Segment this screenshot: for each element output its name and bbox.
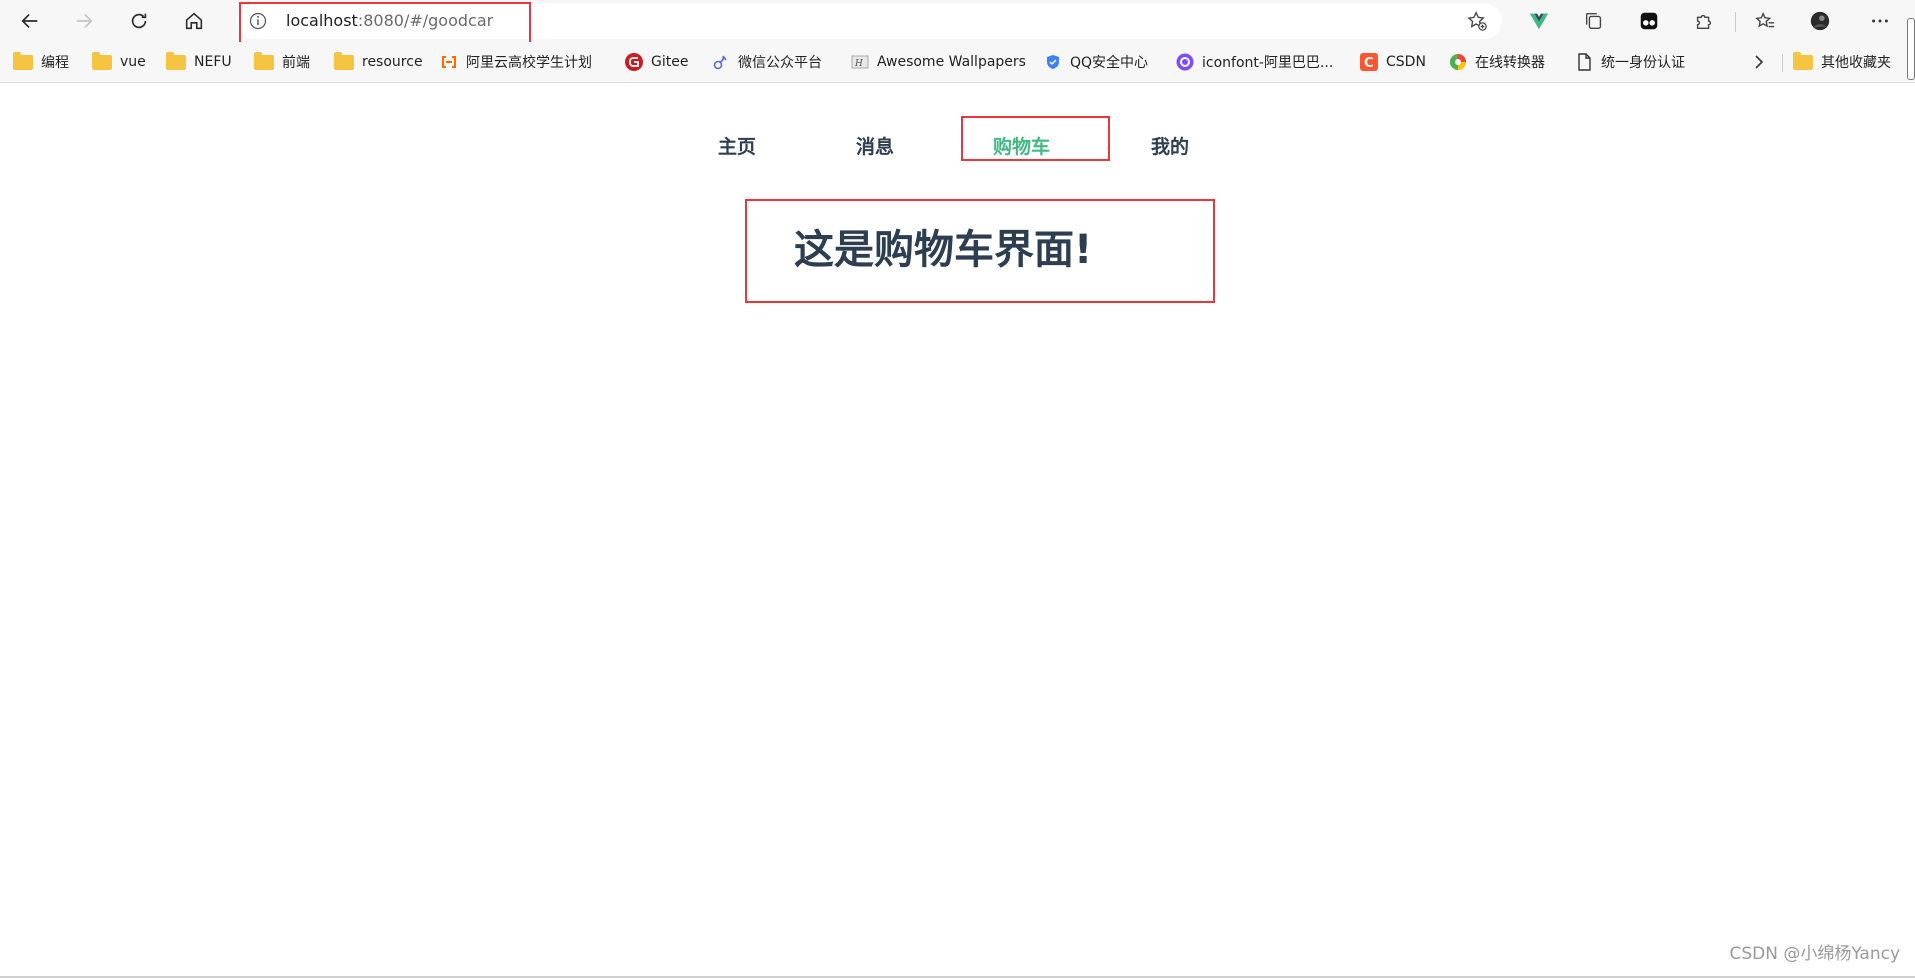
csdn-icon: C: [1360, 53, 1378, 71]
bookmark-folder-vue[interactable]: vue: [92, 50, 146, 74]
svg-text:H: H: [854, 59, 863, 69]
bookmark-folder-qianduan[interactable]: 前端: [254, 50, 310, 74]
aliyun-icon: [442, 56, 456, 68]
bookmark-label: 微信公众平台: [738, 55, 822, 71]
favorites-button[interactable]: [1750, 6, 1780, 36]
page-title: 这是购物车界面!: [794, 227, 1093, 273]
bookmark-label: 前端: [282, 55, 310, 71]
bookmark-iconfont[interactable]: iconfont-阿里巴巴...: [1176, 50, 1333, 74]
vue-devtools-extension[interactable]: [1524, 6, 1554, 36]
bookmark-awesome-wallpapers[interactable]: H Awesome Wallpapers: [851, 50, 1026, 74]
bookmark-folder-nefu[interactable]: NEFU: [166, 50, 232, 74]
iconfont-icon: [1176, 53, 1194, 71]
gitee-icon: [625, 53, 643, 71]
app-nav: 主页 消息 购物车 我的: [0, 130, 1915, 164]
svg-text:C: C: [1364, 56, 1374, 71]
arrow-left-icon: [21, 13, 38, 29]
bookmark-folder-biancheng[interactable]: 编程: [13, 50, 69, 74]
bookmark-folder-other[interactable]: 其他收藏夹: [1793, 50, 1891, 74]
bookmark-label: resource: [362, 54, 423, 70]
bookmark-label: 统一身份认证: [1601, 55, 1685, 71]
url-host: localhost: [286, 11, 358, 30]
tampermonkey-extension[interactable]: [1634, 6, 1664, 36]
bookmark-unified-auth[interactable]: 统一身份认证: [1575, 50, 1685, 74]
folder-icon: [334, 51, 354, 70]
shield-icon: [1047, 55, 1059, 69]
bookmark-label: Gitee: [651, 54, 689, 70]
bookmark-qq-security[interactable]: QQ安全中心: [1044, 50, 1148, 74]
url-text[interactable]: localhost:8080/#/goodcar: [286, 11, 493, 31]
bookmark-wechat-mp[interactable]: 微信公众平台: [712, 50, 822, 74]
toolbar-divider: [1735, 12, 1736, 32]
reload-button[interactable]: [124, 6, 154, 36]
folder-icon: [166, 51, 186, 70]
bookmark-label: QQ安全中心: [1070, 55, 1149, 71]
forward-button[interactable]: [69, 6, 99, 36]
page-icon: [1578, 53, 1591, 71]
folder-icon: [13, 51, 33, 70]
wechat-mp-icon: [713, 55, 727, 70]
bookmarks-divider: [1782, 54, 1783, 72]
bookmark-label: Awesome Wallpapers: [877, 54, 1026, 70]
nav-link-messages[interactable]: 消息: [856, 130, 894, 164]
bookmark-folder-resource[interactable]: resource: [334, 50, 423, 74]
bookmarks-overflow-button[interactable]: [1750, 50, 1768, 74]
add-favorite-icon[interactable]: [1466, 10, 1488, 32]
home-icon: [185, 12, 203, 30]
extensions-button[interactable]: [1689, 6, 1719, 36]
chevron-right-icon: [1755, 55, 1764, 69]
watermark: CSDN @小绵杨Yancy: [1729, 944, 1900, 964]
window-scrollbar[interactable]: [1906, 0, 1915, 82]
tampermonkey-icon: [1640, 12, 1658, 30]
bookmark-converter[interactable]: 在线转换器: [1449, 50, 1545, 74]
folder-icon: [254, 51, 274, 70]
more-horizontal-icon: [1872, 19, 1888, 23]
bookmark-label: vue: [120, 54, 146, 70]
address-bar[interactable]: localhost:8080/#/goodcar: [236, 3, 1502, 39]
bookmark-aliyun[interactable]: 阿里云高校学生计划: [440, 50, 592, 74]
vue-icon: [1529, 13, 1549, 30]
scrollbar-thumb[interactable]: [1907, 18, 1915, 80]
profile-button[interactable]: [1805, 6, 1835, 36]
puzzle-icon: [1696, 14, 1712, 30]
bookmark-label: 其他收藏夹: [1821, 55, 1891, 71]
settings-more-button[interactable]: [1865, 6, 1895, 36]
reload-icon: [131, 13, 147, 29]
bookmark-csdn[interactable]: C CSDN: [1360, 50, 1426, 74]
collections-button[interactable]: [1579, 6, 1609, 36]
bookmark-label: NEFU: [194, 54, 232, 70]
bookmark-label: 在线转换器: [1475, 55, 1545, 71]
nav-link-mine[interactable]: 我的: [1151, 130, 1189, 164]
bookmark-label: 编程: [41, 55, 69, 71]
nav-link-home[interactable]: 主页: [718, 130, 756, 164]
converter-icon: [1450, 54, 1466, 70]
bookmark-label: CSDN: [1386, 54, 1426, 70]
url-path: :8080/#/goodcar: [357, 11, 494, 30]
wallpapers-icon: H: [851, 55, 869, 69]
collections-icon: [1585, 12, 1602, 30]
folder-icon: [1793, 51, 1813, 70]
nav-link-cart[interactable]: 购物车: [993, 130, 1050, 164]
browser-toolbar: localhost:8080/#/goodcar: [0, 0, 1915, 54]
home-button[interactable]: [179, 6, 209, 36]
arrow-right-icon: [76, 13, 93, 29]
bookmark-gitee[interactable]: Gitee: [625, 50, 688, 74]
bookmarks-bar: 编程 vue NEFU 前端 resource 阿里云高校学生计划 Gitee …: [0, 42, 1915, 83]
bookmark-label: iconfont-阿里巴巴...: [1202, 55, 1334, 71]
avatar-icon: [1810, 11, 1830, 31]
back-button[interactable]: [15, 6, 45, 36]
bookmark-label: 阿里云高校学生计划: [466, 55, 592, 71]
folder-icon: [92, 51, 112, 70]
info-icon[interactable]: [248, 11, 268, 31]
favorites-icon: [1755, 11, 1775, 28]
